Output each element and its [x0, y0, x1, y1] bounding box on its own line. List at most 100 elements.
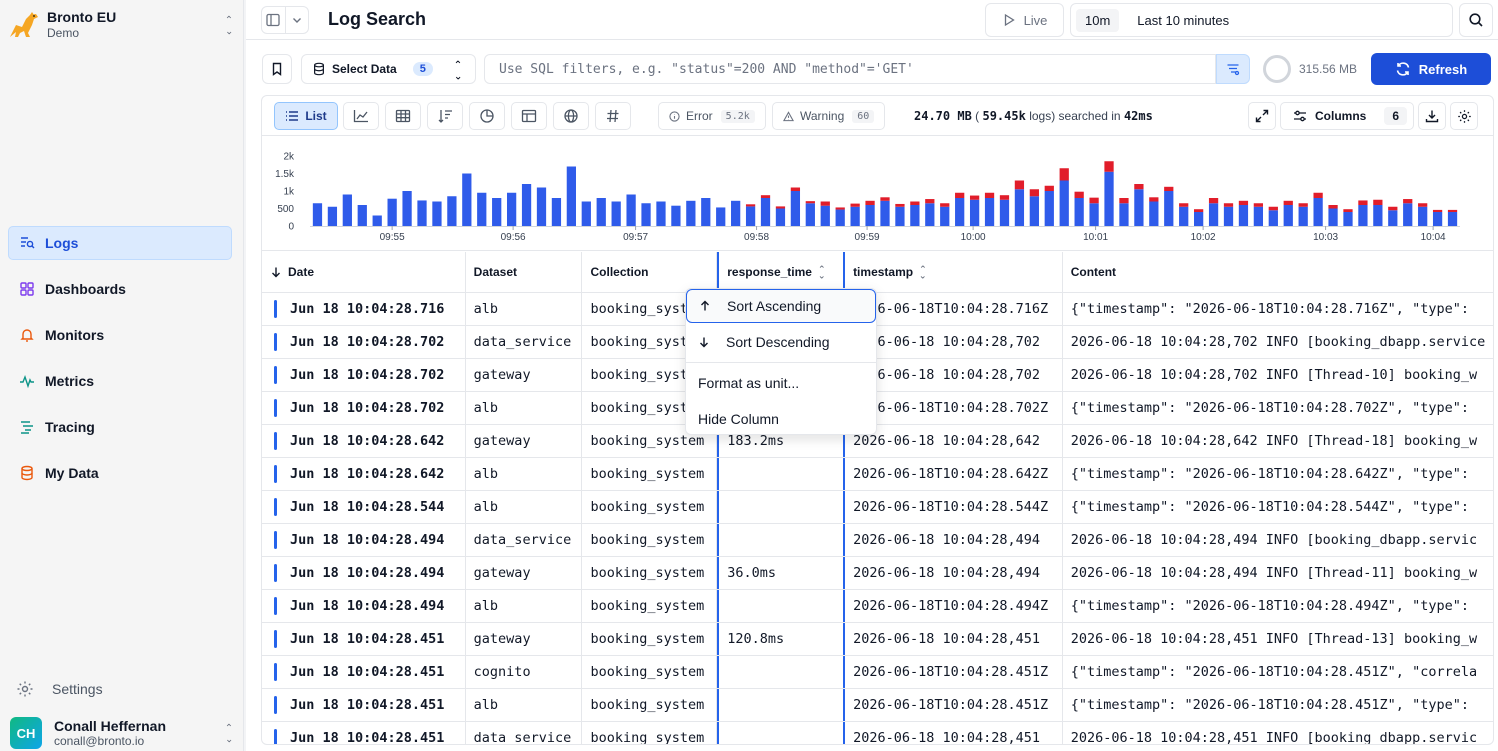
sql-filter-apply-button[interactable] — [1216, 54, 1250, 84]
view-line-chart-button[interactable] — [343, 102, 379, 130]
histogram-bar-error — [1223, 203, 1234, 207]
download-button[interactable] — [1418, 102, 1446, 130]
sidebar-item-my-data[interactable]: My Data — [8, 456, 232, 490]
sidebar-item-label: Dashboards — [45, 281, 126, 297]
table-row[interactable]: Jun 18 10:04:28.702 alb booking_system 2026… — [262, 392, 1493, 425]
sidebar-item-logs[interactable]: Logs — [8, 226, 232, 260]
table-row[interactable]: Jun 18 10:04:28.494 gateway booking_system… — [262, 557, 1493, 590]
view-table-button[interactable] — [385, 102, 421, 130]
log-level-marker — [274, 399, 277, 417]
sidebar-item-dashboards[interactable]: Dashboards — [8, 272, 232, 306]
histogram-bar-info — [581, 201, 591, 226]
user-email: conall@bronto.io — [54, 734, 145, 748]
view-list-button[interactable]: List — [274, 102, 338, 130]
sidebar-item-metrics[interactable]: Metrics — [8, 364, 232, 398]
column-header-collection[interactable]: Collection — [582, 252, 718, 292]
select-data-dropdown[interactable]: Select Data 5 ⌃ ⌃ — [301, 54, 476, 84]
log-histogram-chart[interactable]: 2k 1.5k 1k 500 0 09:55 09:56 09:57 09:58 09:59 10:… — [262, 136, 1494, 251]
view-layout-button[interactable] — [511, 102, 547, 130]
histogram-bar-info — [671, 205, 681, 226]
table-row[interactable]: Jun 18 10:04:28.494 data_service booking_s… — [262, 524, 1493, 557]
column-header-timestamp[interactable]: timestamp ⌃ ⌃ — [845, 252, 1063, 292]
sidebar-item-settings[interactable]: Settings — [16, 680, 103, 698]
warning-filter-button[interactable]: Warning 60 — [772, 102, 886, 130]
search-button[interactable] — [1459, 3, 1493, 37]
histogram-bar-info — [402, 191, 412, 226]
time-range-picker[interactable]: 10m Last 10 minutes — [1070, 3, 1453, 37]
histogram-bar-error — [1029, 189, 1039, 197]
log-level-marker — [274, 564, 277, 582]
view-number-button[interactable] — [595, 102, 631, 130]
live-button[interactable]: Live — [985, 3, 1064, 37]
table-row[interactable]: Jun 18 10:04:28.642 gateway booking_system… — [262, 425, 1493, 458]
view-sort-button[interactable] — [427, 102, 463, 130]
table-row[interactable]: Jun 18 10:04:28.702 data_service booking_s… — [262, 326, 1493, 359]
gear-icon — [1457, 109, 1471, 123]
columns-button[interactable]: Columns 6 — [1280, 102, 1414, 130]
refresh-button[interactable]: Refresh — [1371, 53, 1491, 85]
table-row[interactable]: Jun 18 10:04:28.544 alb booking_system 2026… — [262, 491, 1493, 524]
cell-response-time — [717, 590, 846, 622]
view-pie-chart-button[interactable] — [469, 102, 505, 130]
column-header-response-time[interactable]: response_time ⌃ ⌃ — [717, 252, 846, 292]
globe-icon — [564, 109, 578, 123]
log-level-marker — [274, 729, 277, 744]
histogram-bar-info — [1149, 201, 1159, 226]
histogram-bar-info — [1208, 203, 1219, 226]
sidebar-item-tracing[interactable]: Tracing — [8, 410, 232, 444]
bookmark-button[interactable] — [262, 54, 292, 84]
histogram-bar-info — [656, 201, 666, 226]
table-body: Jun 18 10:04:28.716 alb booking_system 2026… — [262, 293, 1493, 745]
table-row[interactable]: Jun 18 10:04:28.451 gateway booking_system… — [262, 623, 1493, 656]
menu-hide-column[interactable]: Hide Column — [686, 402, 876, 436]
histogram-bar-error — [1208, 198, 1219, 204]
cell-dataset: gateway — [466, 359, 583, 391]
info-circle-icon — [669, 110, 680, 122]
histogram-bar-error — [940, 203, 950, 207]
sql-filter-input[interactable]: Use SQL filters, e.g. "status"=200 AND "… — [484, 54, 1216, 84]
table-row[interactable]: Jun 18 10:04:28.642 alb booking_system 2026… — [262, 458, 1493, 491]
column-header-date[interactable]: Date — [262, 252, 466, 292]
view-map-button[interactable] — [553, 102, 589, 130]
table-row[interactable]: Jun 18 10:04:28.716 alb booking_system 2026… — [262, 293, 1493, 326]
cell-content-text: {"timestamp": "2026-06-18T10:04:28.451Z"… — [1070, 664, 1478, 680]
cell-dataset-text: alb — [473, 400, 499, 416]
cell-collection-text: booking_system — [590, 730, 705, 745]
table-row[interactable]: Jun 18 10:04:28.494 alb booking_system 2026… — [262, 590, 1493, 623]
menu-format-as-unit[interactable]: Format as unit... — [686, 366, 876, 400]
sidebar-toggle-icon[interactable] — [262, 7, 285, 33]
cell-collection-text: booking_system — [590, 598, 705, 614]
settings-button[interactable] — [1450, 102, 1478, 130]
column-header-content[interactable]: Content — [1063, 252, 1493, 292]
menu-sort-descending[interactable]: Sort Descending — [686, 325, 876, 359]
sidebar-item-monitors[interactable]: Monitors — [8, 318, 232, 352]
table-row[interactable]: Jun 18 10:04:28.702 gateway booking_system… — [262, 359, 1493, 392]
menu-sort-ascending[interactable]: Sort Ascending — [686, 289, 876, 323]
histogram-bar-info — [1104, 171, 1114, 226]
histogram-bar-info — [1029, 196, 1039, 226]
cell-response-time — [717, 722, 846, 744]
arrow-down-icon — [700, 337, 708, 348]
table-row[interactable]: Jun 18 10:04:28.451 cognito booking_system… — [262, 656, 1493, 689]
panel-toggle[interactable] — [261, 6, 309, 34]
cell-dataset-text: alb — [473, 499, 499, 515]
column-header-dataset[interactable]: Dataset — [466, 252, 583, 292]
histogram-bar-info — [327, 206, 338, 226]
histogram-bar-error — [1164, 186, 1174, 191]
cell-content: {"timestamp": "2026-06-18T10:04:28.716Z"… — [1063, 293, 1493, 325]
cell-response-time — [717, 689, 846, 721]
user-menu[interactable]: CH Conall Heffernan conall@bronto.io ⌃ ⌃ — [10, 716, 236, 750]
error-filter-button[interactable]: Error 5.2k — [658, 102, 766, 130]
cell-date: Jun 18 10:04:28.702 — [262, 326, 466, 358]
org-switcher[interactable]: Bronto EU Demo ⌃ ⌃ — [8, 8, 236, 42]
table-row[interactable]: Jun 18 10:04:28.451 data_service booking_s… — [262, 722, 1493, 745]
histogram-bar-info — [731, 200, 741, 226]
table-row[interactable]: Jun 18 10:04:28.451 alb booking_system 2026… — [262, 689, 1493, 722]
chevron-down-icon[interactable] — [284, 7, 309, 33]
histogram-bar-info — [940, 206, 950, 226]
select-data-count: 5 — [412, 62, 433, 76]
histogram-bar-info — [1358, 205, 1368, 226]
stats-log-unit: logs) — [1029, 109, 1056, 123]
expand-button[interactable] — [1248, 102, 1276, 130]
histogram-bar-info — [925, 203, 935, 226]
